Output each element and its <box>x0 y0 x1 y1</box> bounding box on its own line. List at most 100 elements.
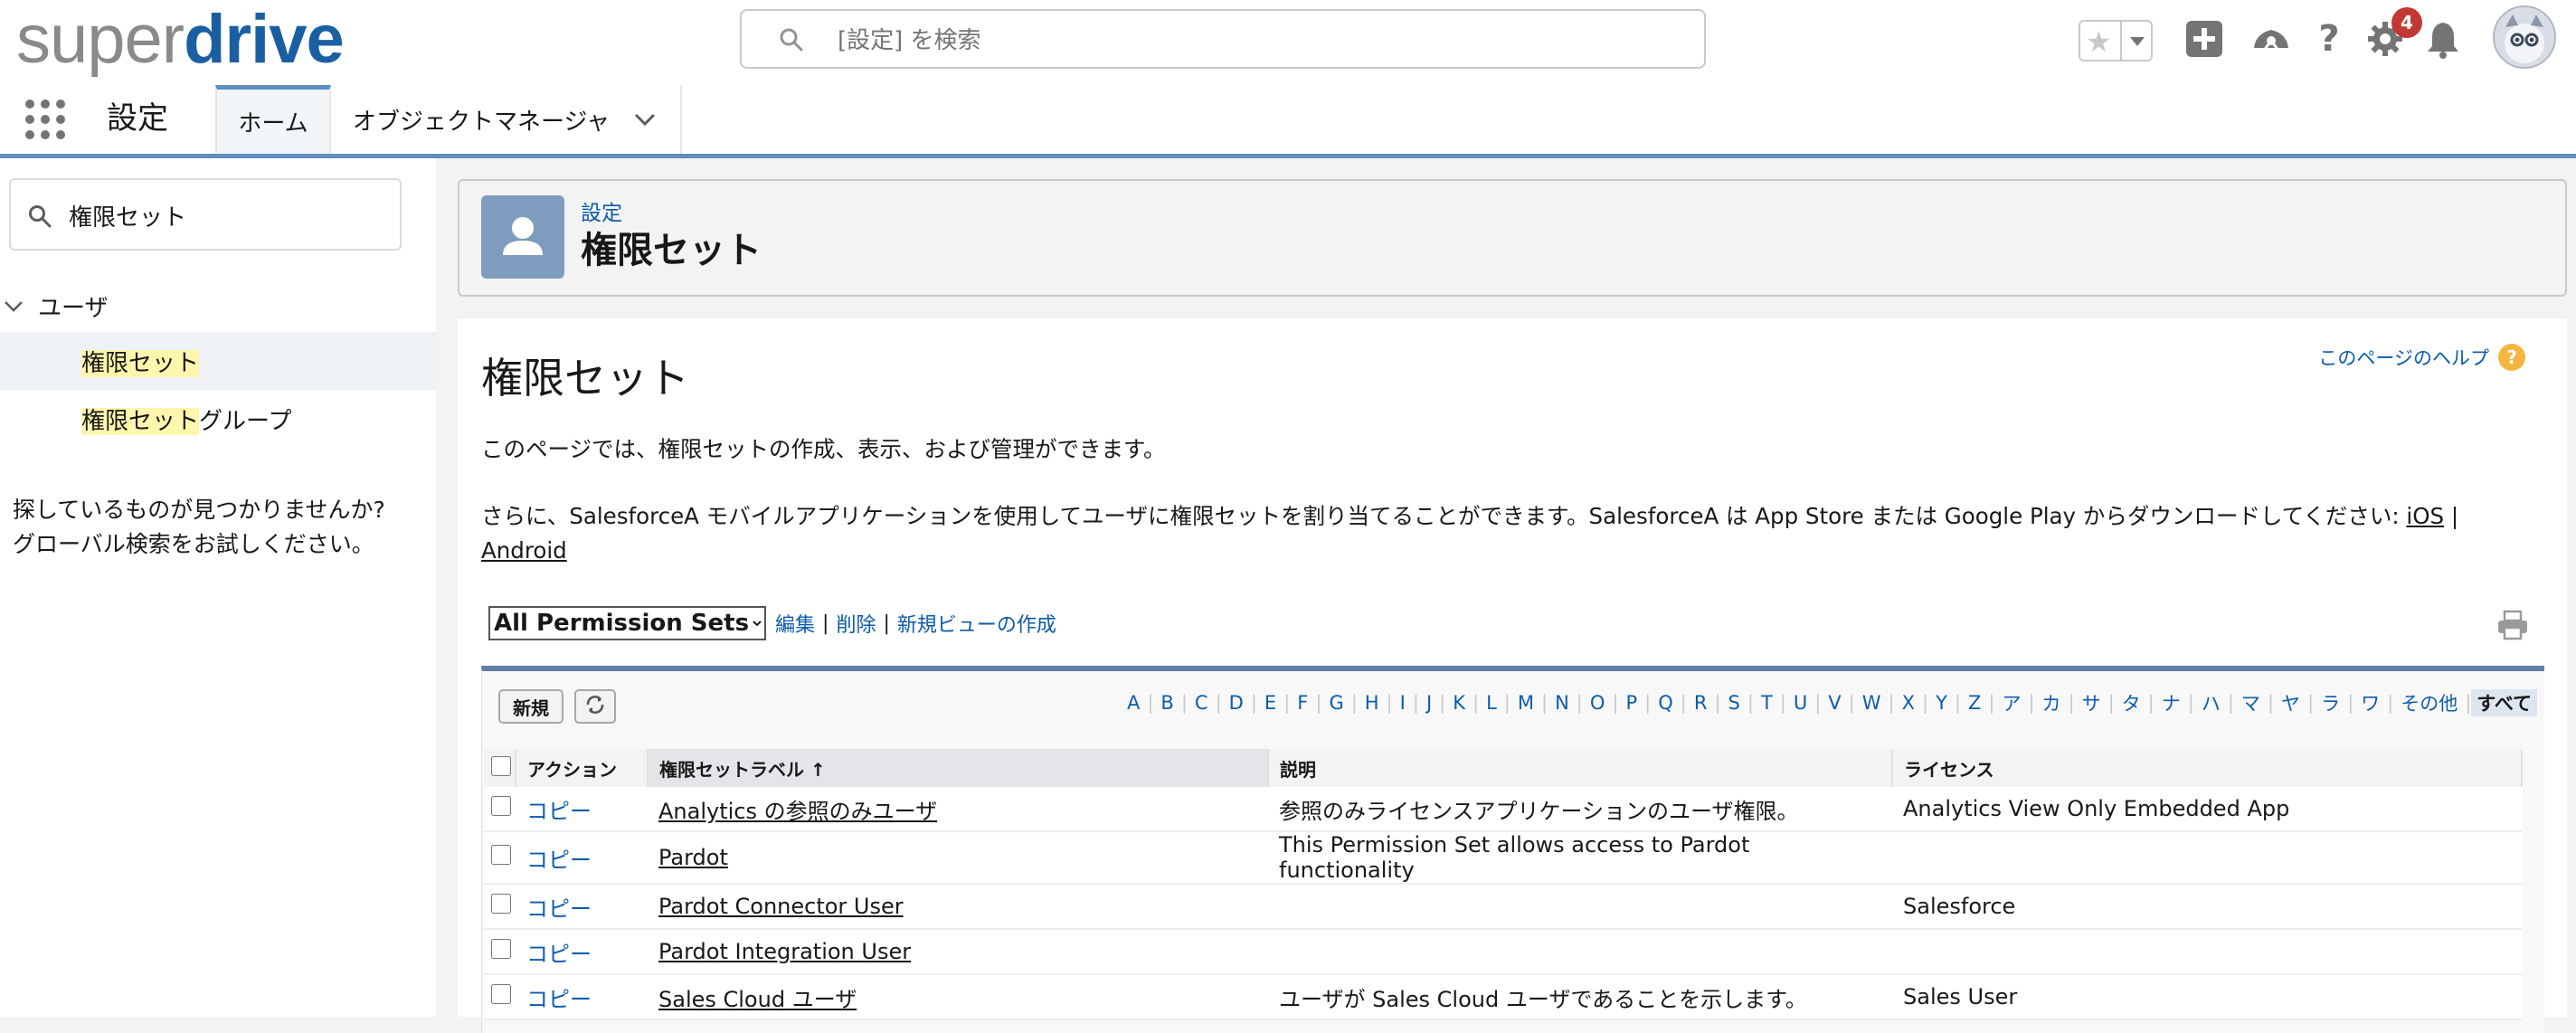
alpha-filter-letter[interactable]: Z <box>1961 692 1988 714</box>
alpha-filter-letter[interactable]: ヤ <box>2274 689 2307 716</box>
alpha-filter-letter[interactable]: Q <box>1651 692 1681 714</box>
label-cell: Sales Cloud ユーザ <box>648 974 1268 1020</box>
action-cell: コピー <box>516 787 648 832</box>
alpha-filter-letter[interactable]: ハ <box>2194 689 2228 716</box>
delete-view-link[interactable]: 削除 <box>836 609 876 638</box>
copy-link[interactable]: コピー <box>526 987 592 1012</box>
app-launcher-icon[interactable] <box>25 100 65 139</box>
alpha-filter-letter[interactable]: H <box>1358 692 1387 714</box>
alpha-filter-letter[interactable]: I <box>1393 692 1413 714</box>
separator: | <box>2107 692 2115 714</box>
row-checkbox[interactable] <box>491 796 511 816</box>
help-for-this-page-link[interactable]: このページのヘルプ ? <box>2318 344 2525 371</box>
copy-link[interactable]: コピー <box>526 942 592 967</box>
alpha-filter-letter[interactable]: ア <box>1994 689 2028 716</box>
bell-icon[interactable] <box>2420 16 2466 62</box>
tab-home-label: ホーム <box>238 110 308 137</box>
column-header-license[interactable]: ライセンス <box>1892 749 2523 787</box>
new-button[interactable]: 新規 <box>498 689 564 724</box>
alpha-filter-letter[interactable]: U <box>1786 692 1814 714</box>
refresh-button[interactable] <box>574 689 616 724</box>
alpha-filter-letter[interactable]: E <box>1257 692 1283 714</box>
row-select-cell <box>484 831 516 885</box>
ios-link[interactable]: iOS <box>2406 503 2444 529</box>
alpha-filter-letter[interactable]: サ <box>2075 689 2108 716</box>
alpha-filter-letter[interactable]: X <box>1895 692 1922 714</box>
tab-home[interactable]: ホーム <box>215 85 331 154</box>
notification-badge: 4 <box>2391 7 2422 38</box>
column-header-description[interactable]: 説明 <box>1268 749 1893 787</box>
printer-icon[interactable] <box>2496 610 2529 644</box>
separator: | <box>2147 692 2155 714</box>
alpha-filter-letter[interactable]: O <box>1583 692 1613 714</box>
android-link[interactable]: Android <box>481 537 567 564</box>
alpha-filter-letter[interactable]: F <box>1290 692 1315 714</box>
alpha-filter-letter[interactable]: その他 <box>2393 689 2465 716</box>
create-new-view-link[interactable]: 新規ビューの作成 <box>897 609 1056 638</box>
link-separator: | <box>2444 503 2459 529</box>
alpha-filter-letter[interactable]: C <box>1188 692 1216 714</box>
trailhead-icon[interactable] <box>2249 16 2294 62</box>
row-checkbox[interactable] <box>491 845 511 865</box>
copy-link[interactable]: コピー <box>526 896 592 922</box>
alpha-filter-letter[interactable]: Y <box>1928 692 1955 714</box>
alpha-filter-letter[interactable]: N <box>1548 692 1577 714</box>
alpha-filter-letter[interactable]: T <box>1754 692 1780 714</box>
user-avatar[interactable] <box>2493 5 2556 69</box>
separator: | <box>1612 692 1619 714</box>
alpha-filter-letter[interactable]: G <box>1321 692 1350 714</box>
tab-object-manager[interactable]: オブジェクトマネージャ <box>333 85 682 154</box>
favorites-dropdown-icon[interactable] <box>2120 22 2153 60</box>
alpha-filter-letter[interactable]: A <box>1120 692 1147 714</box>
copy-link[interactable]: コピー <box>526 799 592 824</box>
sidebar-item-permission-sets[interactable]: 権限セット <box>0 332 436 390</box>
permission-set-link[interactable]: Pardot Integration User <box>658 939 911 964</box>
tree-section-users[interactable]: ユーザ <box>0 285 108 327</box>
permission-set-link[interactable]: Analytics の参照のみユーザ <box>658 799 937 824</box>
copy-link[interactable]: コピー <box>526 848 592 873</box>
row-checkbox[interactable] <box>491 894 511 914</box>
setup-sidebar: ユーザ 権限セット 権限セットグループ 探しているものが見つかりませんか? グロ… <box>0 158 436 1017</box>
help-icon[interactable]: ? <box>2306 16 2352 62</box>
alpha-filter-letter[interactable]: D <box>1222 692 1251 714</box>
separator: | <box>1250 692 1257 714</box>
label-cell: Pardot Connector User <box>648 884 1268 930</box>
chevron-down-icon[interactable] <box>633 106 657 133</box>
alpha-filter-letter[interactable]: B <box>1153 692 1180 714</box>
table-row: コピー Sales Cloud ユーザ ユーザが Sales Cloud ユーザであ… <box>484 974 2522 1020</box>
global-search-input[interactable] <box>836 22 1653 60</box>
permission-set-link[interactable]: Sales Cloud ユーザ <box>658 987 857 1012</box>
alpha-filter-letter[interactable]: カ <box>2035 689 2069 716</box>
column-header-label[interactable]: 権限セットラベル ↑ <box>648 749 1269 787</box>
alpha-filter-all[interactable]: すべて <box>2471 689 2537 716</box>
global-search[interactable] <box>740 9 1706 69</box>
edit-view-link[interactable]: 編集 <box>775 609 815 638</box>
quick-find[interactable] <box>9 178 402 251</box>
alpha-filter-letter[interactable]: ナ <box>2155 689 2188 716</box>
alpha-filter-letter[interactable]: P <box>1618 692 1644 714</box>
alpha-filter-letter[interactable]: ワ <box>2353 689 2387 716</box>
superdrive-logo[interactable]: superdrive <box>16 1 345 78</box>
alpha-filter-letter[interactable]: K <box>1445 692 1473 714</box>
permission-set-link[interactable]: Pardot <box>658 845 728 870</box>
row-checkbox[interactable] <box>491 939 511 959</box>
logo-text-super: super <box>16 1 185 78</box>
alpha-filter-letter[interactable]: ラ <box>2314 689 2347 716</box>
add-icon[interactable] <box>2182 16 2227 62</box>
quick-find-input[interactable] <box>67 196 378 234</box>
alpha-filter-letter[interactable]: J <box>1419 692 1439 714</box>
alpha-filter-letter[interactable]: S <box>1721 692 1747 714</box>
alpha-filter-letter[interactable]: タ <box>2115 689 2148 716</box>
alpha-filter-letter[interactable]: M <box>1511 692 1541 714</box>
alpha-filter-letter[interactable]: R <box>1687 692 1715 714</box>
row-checkbox[interactable] <box>491 984 511 1004</box>
alpha-filter-letter[interactable]: W <box>1855 692 1889 714</box>
alpha-filter-letter[interactable]: V <box>1821 692 1848 714</box>
permission-set-link[interactable]: Pardot Connector User <box>658 894 904 919</box>
alpha-filter-letter[interactable]: L <box>1479 692 1504 714</box>
star-icon[interactable]: ★ <box>2086 25 2112 58</box>
sidebar-item-permission-set-groups[interactable]: 権限セットグループ <box>0 390 436 448</box>
alpha-filter-letter[interactable]: マ <box>2234 689 2268 716</box>
view-select[interactable]: All Permission Sets <box>488 606 766 640</box>
select-all-checkbox[interactable] <box>491 755 511 776</box>
